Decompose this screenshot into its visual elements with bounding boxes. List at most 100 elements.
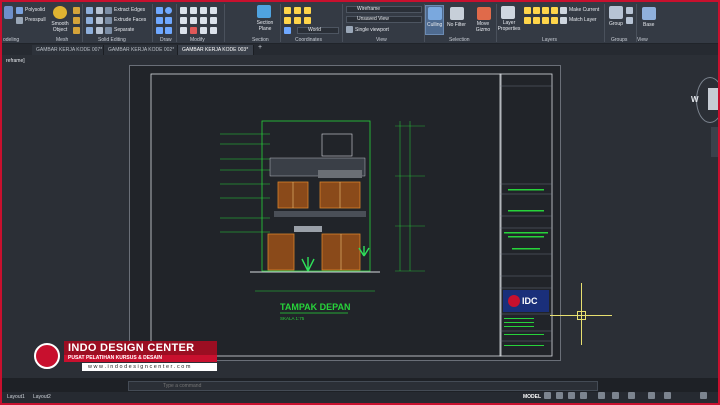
extrude-faces-button[interactable]: Extrude Faces [114, 17, 146, 23]
stretch-icon[interactable] [200, 17, 207, 24]
scale-icon[interactable] [210, 17, 217, 24]
view-header[interactable]: View [376, 37, 387, 43]
subtract-icon[interactable] [86, 17, 93, 24]
ucs-world-icon[interactable] [284, 27, 291, 34]
intersect-icon[interactable] [86, 27, 93, 34]
separate-button[interactable]: Separate [114, 27, 134, 33]
layout-tab[interactable]: Layout2 [30, 393, 54, 402]
polysolid-small-icon[interactable] [16, 7, 23, 14]
viewport-label[interactable]: reframe] [6, 58, 25, 64]
layer-walk-icon[interactable] [551, 17, 558, 24]
array-icon[interactable] [180, 27, 187, 34]
ucs-view-icon[interactable] [304, 17, 311, 24]
group-icon[interactable] [609, 6, 623, 19]
move-gizmo-button[interactable]: Move Gizmo [474, 21, 492, 33]
rectangle-icon[interactable] [156, 27, 163, 34]
ucs-origin-icon[interactable] [294, 7, 301, 14]
line-icon[interactable] [156, 7, 163, 14]
offset-icon[interactable] [200, 27, 207, 34]
make-current-button[interactable]: Make Current [569, 7, 599, 13]
ortho-icon[interactable] [568, 392, 575, 399]
file-tab[interactable]: GAMBAR KERJA KODE 007* [32, 45, 104, 55]
layer-freeze-icon[interactable] [524, 7, 531, 14]
nav-bar[interactable] [711, 127, 718, 157]
viewcube-face[interactable] [708, 88, 718, 110]
section-plane-icon[interactable] [257, 5, 271, 18]
osnap-icon[interactable] [598, 392, 605, 399]
polar-icon[interactable] [580, 392, 587, 399]
union-icon[interactable] [86, 7, 93, 14]
copy-icon[interactable] [210, 7, 217, 14]
new-tab-icon[interactable]: + [258, 44, 262, 51]
polyline-icon[interactable] [156, 17, 163, 24]
draw-header[interactable]: Draw [160, 37, 172, 43]
groups-header[interactable]: Groups [611, 37, 627, 43]
modify-header[interactable]: Modify [190, 37, 205, 43]
viewport-icon[interactable] [346, 26, 353, 33]
section-plane-button[interactable]: Section Plane [254, 20, 276, 32]
workspace-icon[interactable] [648, 392, 655, 399]
culling-icon[interactable] [428, 7, 442, 20]
file-tab[interactable]: GAMBAR KERJA KODE 002* [104, 45, 178, 55]
mesh-tool-icon-1[interactable] [73, 7, 80, 14]
layer-thaw-icon[interactable] [533, 17, 540, 24]
no-filter-button[interactable]: No Filter [447, 22, 466, 28]
trim-icon[interactable] [200, 7, 207, 14]
erase-icon[interactable] [190, 27, 197, 34]
smooth-object-icon[interactable] [53, 6, 67, 19]
fillet-icon[interactable] [190, 17, 197, 24]
layer-unlock-icon[interactable] [542, 17, 549, 24]
match-layer-button[interactable]: Match Layer [569, 17, 597, 23]
layer-lock-icon[interactable] [533, 7, 540, 14]
separate-icon[interactable] [96, 27, 103, 34]
visual-style-select[interactable]: Wireframe [346, 6, 422, 13]
presspull-button[interactable]: Presspull [25, 17, 46, 23]
polysolid-icon[interactable] [4, 6, 13, 19]
saved-view-select[interactable]: Unsaved View [346, 16, 422, 23]
shell-icon[interactable] [105, 27, 112, 34]
coordinate-system-select[interactable]: World [297, 27, 339, 34]
layer-on-icon[interactable] [524, 17, 531, 24]
solid-editing-header[interactable]: Solid Editing [98, 37, 126, 43]
compass-west-label[interactable]: W [691, 95, 699, 104]
make-current-icon[interactable] [560, 7, 567, 14]
mesh-header[interactable]: Mesh [56, 37, 68, 43]
customize-icon[interactable] [700, 392, 707, 399]
polysolid-button[interactable]: Polysolid [25, 7, 45, 13]
modeling-header[interactable]: odeling [3, 37, 19, 43]
culling-label[interactable]: Culling [427, 22, 442, 28]
mirror-icon[interactable] [180, 17, 187, 24]
move-gizmo-icon[interactable] [477, 7, 491, 20]
drawing-viewport[interactable]: reframe] IDC TAMPAK DEPAN SKALA 1:75 W I… [2, 55, 718, 378]
arc-icon[interactable] [165, 17, 172, 24]
mesh-tool-icon-2[interactable] [73, 17, 80, 24]
smooth-object-button[interactable]: Smooth Object [49, 21, 71, 33]
lineweight-icon[interactable] [612, 392, 619, 399]
layout-tab[interactable]: Layout1 [4, 393, 28, 402]
slice-icon[interactable] [105, 7, 112, 14]
match-layer-icon[interactable] [560, 17, 567, 24]
model-space-button[interactable]: MODEL [520, 393, 544, 402]
no-filter-icon[interactable] [450, 7, 464, 20]
rotate-icon[interactable] [190, 7, 197, 14]
hatch-icon[interactable] [165, 27, 172, 34]
annotation-icon[interactable] [628, 392, 635, 399]
extrude-faces-icon[interactable] [96, 17, 103, 24]
layer-off-icon[interactable] [542, 7, 549, 14]
explode-icon[interactable] [210, 27, 217, 34]
ucs-icon[interactable] [284, 7, 291, 14]
extract-edges-icon[interactable] [96, 7, 103, 14]
selection-header[interactable]: Selection [449, 37, 470, 43]
ucs-y-icon[interactable] [294, 17, 301, 24]
layer-properties-button[interactable]: Layer Properties [497, 20, 521, 32]
view-panel-header[interactable]: View [637, 37, 648, 43]
layer-properties-icon[interactable] [501, 6, 515, 19]
thicken-icon[interactable] [105, 17, 112, 24]
coordinates-header[interactable]: Coordinates [295, 37, 322, 43]
file-tab-active[interactable]: GAMBAR KERJA KODE 003* [178, 45, 254, 55]
mesh-tool-icon-3[interactable] [73, 27, 80, 34]
grid-icon[interactable] [544, 392, 551, 399]
base-view-icon[interactable] [642, 7, 656, 20]
ungroup-icon[interactable] [626, 7, 633, 14]
section-header[interactable]: Section [252, 37, 269, 43]
